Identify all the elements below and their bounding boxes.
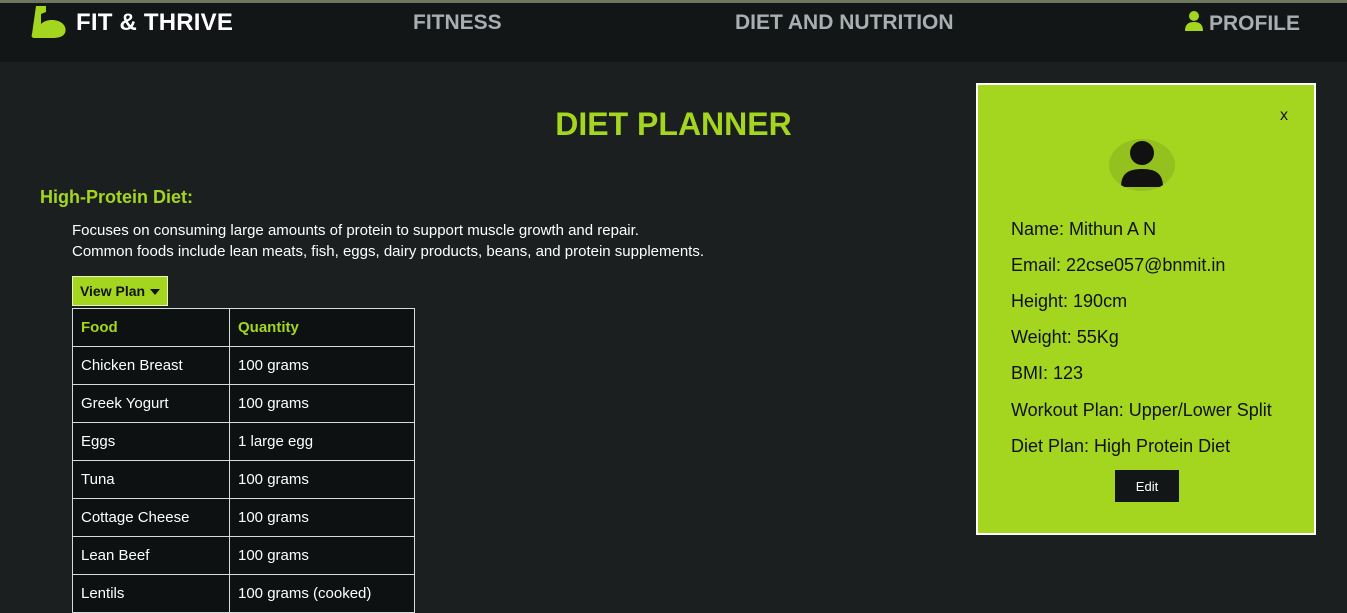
profile-height: Height: 190cm (1011, 291, 1128, 311)
food-cell: Tuna (72, 460, 230, 499)
brand-name: FIT & THRIVE (76, 9, 234, 36)
close-button[interactable]: x (1280, 107, 1288, 125)
quantity-cell: 100 grams (229, 498, 415, 537)
quantity-cell: 100 grams (229, 460, 415, 499)
description-line: Focuses on consuming large amounts of pr… (72, 222, 639, 239)
table-row: Lentils 100 grams (cooked) (72, 574, 415, 613)
nav-diet-and-nutrition[interactable]: DIET AND NUTRITION (735, 11, 954, 35)
view-plan-label: View Plan (79, 283, 146, 299)
profile-email: Email: 22cse057@bnmit.in (1011, 255, 1226, 275)
food-cell: Lean Beef (72, 536, 230, 575)
profile-diet-plan: Diet Plan: High Protein Diet (1011, 436, 1231, 456)
description-line: Common foods include lean meats, fish, e… (72, 243, 705, 260)
quantity-cell: 100 grams (cooked) (229, 574, 415, 613)
table-row: Cottage Cheese 100 grams (72, 498, 415, 537)
caret-down-icon (150, 289, 161, 295)
nav-profile[interactable]: PROFILE (1185, 11, 1300, 37)
profile-bmi: BMI: 123 (1011, 363, 1084, 383)
table-header-row: Food Quantity (72, 308, 415, 347)
edit-button[interactable]: Edit (1115, 470, 1179, 502)
avatar (1109, 139, 1175, 191)
profile-weight: Weight: 55Kg (1011, 327, 1119, 347)
food-cell: Cottage Cheese (72, 498, 230, 537)
profile-workout-plan: Workout Plan: Upper/Lower Split (1011, 400, 1272, 420)
user-avatar-icon (1121, 139, 1163, 191)
navbar: FIT & THRIVE FITNESS DIET AND NUTRITION … (0, 3, 1347, 62)
nav-profile-label: PROFILE (1209, 12, 1301, 35)
quantity-cell: 100 grams (229, 384, 415, 423)
brand[interactable]: FIT & THRIVE (30, 3, 233, 43)
food-cell: Greek Yogurt (72, 384, 230, 423)
quantity-cell: 1 large egg (229, 422, 415, 461)
table-row: Greek Yogurt 100 grams (72, 384, 415, 423)
nav-fitness[interactable]: FITNESS (413, 11, 502, 35)
quantity-cell: 100 grams (229, 346, 415, 385)
table-row: Eggs 1 large egg (72, 422, 415, 461)
food-cell: Lentils (72, 574, 230, 613)
quantity-cell: 100 grams (229, 536, 415, 575)
column-header-quantity: Quantity (229, 308, 415, 347)
profile-name: Name: Mithun A N (1011, 219, 1157, 239)
view-plan-button[interactable]: View Plan (72, 276, 168, 306)
table-row: Lean Beef 100 grams (72, 536, 415, 575)
user-icon (1185, 11, 1209, 37)
column-header-food: Food (72, 308, 230, 347)
food-cell: Eggs (72, 422, 230, 461)
flexed-arm-icon (30, 6, 68, 40)
food-cell: Chicken Breast (72, 346, 230, 385)
diet-description: Focuses on consuming large amounts of pr… (72, 220, 704, 262)
profile-card: x Name: Mithun A N Email: 22cse057@bnmit… (976, 83, 1316, 535)
diet-section-title: High-Protein Diet: (40, 187, 193, 207)
diet-plan-table: Food Quantity Chicken Breast 100 grams G… (72, 308, 415, 613)
table-row: Chicken Breast 100 grams (72, 346, 415, 385)
table-row: Tuna 100 grams (72, 460, 415, 499)
